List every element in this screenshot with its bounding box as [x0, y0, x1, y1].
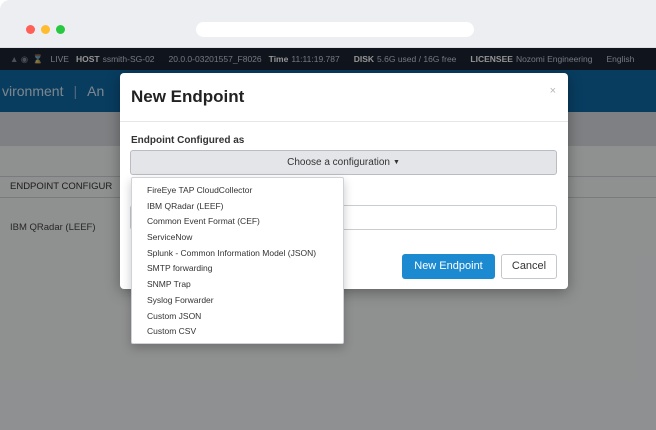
option-snmp-trap[interactable]: SNMP Trap: [132, 277, 343, 293]
configuration-select-label: Choose a configuration: [287, 157, 390, 169]
option-cef[interactable]: Common Event Format (CEF): [132, 214, 343, 230]
configuration-dropdown-menu: FireEye TAP CloudCollector IBM QRadar (L…: [131, 177, 344, 344]
caret-down-icon: ▼: [392, 159, 400, 166]
divider: [120, 121, 568, 122]
close-window-icon[interactable]: [26, 25, 35, 34]
dialog-title: New Endpoint: [131, 87, 245, 106]
browser-window: ▲ ◉ ⌛ LIVE HOST ssmith-SG-02 20.0.0-03201…: [0, 0, 656, 430]
close-icon[interactable]: ×: [550, 85, 556, 97]
option-syslog[interactable]: Syslog Forwarder: [132, 293, 343, 309]
maximize-window-icon[interactable]: [56, 25, 65, 34]
cancel-button[interactable]: Cancel: [501, 254, 557, 279]
option-custom-json[interactable]: Custom JSON: [132, 309, 343, 325]
option-servicenow[interactable]: ServiceNow: [132, 230, 343, 246]
browser-titlebar: [0, 0, 656, 48]
option-ibm-qradar[interactable]: IBM QRadar (LEEF): [132, 199, 343, 215]
option-custom-csv[interactable]: Custom CSV: [132, 324, 343, 340]
new-endpoint-button[interactable]: New Endpoint: [402, 254, 495, 279]
address-bar[interactable]: [196, 22, 474, 37]
option-smtp[interactable]: SMTP forwarding: [132, 261, 343, 277]
configuration-label: Endpoint Configured as: [131, 135, 245, 146]
minimize-window-icon[interactable]: [41, 25, 50, 34]
configuration-select[interactable]: Choose a configuration ▼: [130, 150, 557, 175]
option-splunk-json[interactable]: Splunk - Common Information Model (JSON): [132, 246, 343, 262]
option-fireeye[interactable]: FireEye TAP CloudCollector: [132, 183, 343, 199]
